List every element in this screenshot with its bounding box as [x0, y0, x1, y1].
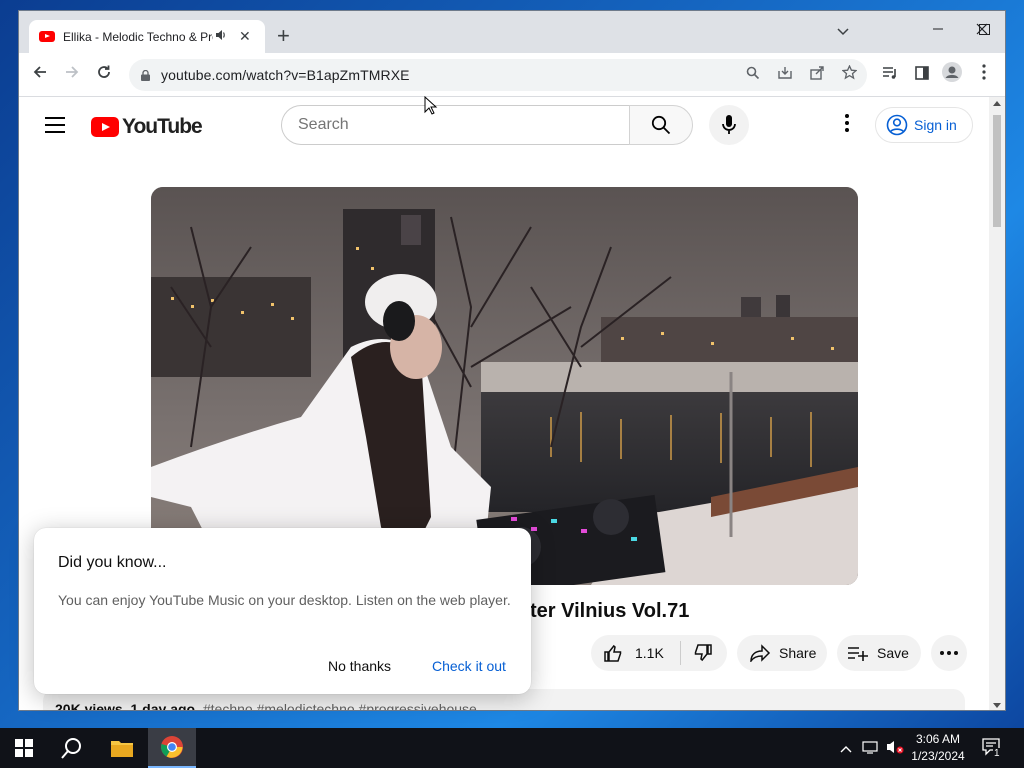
tray-chevron-up-icon[interactable] — [840, 740, 852, 758]
profile-avatar-icon[interactable] — [939, 62, 965, 88]
more-horizontal-icon — [940, 651, 958, 655]
tab-strip: Ellika - Melodic Techno & Progressive Ho… — [19, 11, 1005, 53]
no-thanks-button[interactable]: No thanks — [328, 658, 391, 674]
youtube-favicon-icon — [39, 31, 55, 42]
dialog-body: You can enjoy YouTube Music on your desk… — [58, 592, 511, 608]
scrollbar-thumb[interactable] — [993, 115, 1001, 227]
scroll-up-arrow-icon[interactable] — [993, 101, 1001, 106]
like-count: 1.1K — [635, 645, 664, 661]
account-circle-icon — [886, 114, 908, 136]
dislike-button[interactable] — [693, 643, 713, 663]
browser-menu-icon[interactable] — [971, 62, 997, 88]
zoom-search-icon[interactable] — [743, 65, 763, 85]
microphone-icon — [722, 115, 736, 134]
folder-icon — [111, 741, 133, 757]
scroll-down-arrow-icon[interactable] — [993, 703, 1001, 708]
mouse-cursor-icon — [424, 96, 438, 115]
reload-button[interactable] — [91, 62, 117, 88]
hashtags[interactable]: #techno #melodictechno #progressivehouse — [203, 701, 477, 710]
search-icon — [61, 738, 81, 759]
voice-search-button[interactable] — [709, 105, 749, 145]
hamburger-menu-icon[interactable] — [45, 117, 65, 133]
youtube-play-logo-icon — [91, 117, 119, 137]
share-button[interactable]: Share — [737, 635, 827, 671]
save-label: Save — [877, 645, 909, 661]
divider — [679, 641, 681, 665]
share-label: Share — [779, 645, 817, 661]
youtube-header: YouTube Sign in — [19, 97, 991, 153]
clock-date[interactable]: 1/23/2024 — [898, 749, 978, 763]
search-box — [281, 105, 631, 145]
check-it-out-button[interactable]: Check it out — [432, 658, 506, 674]
thumbs-down-icon — [694, 644, 712, 662]
network-icon[interactable] — [862, 739, 880, 760]
speaker-icon[interactable] — [215, 29, 231, 44]
youtube-music-promo-dialog: Did you know... You can enjoy YouTube Mu… — [34, 528, 531, 694]
save-button[interactable]: Save — [837, 635, 921, 671]
thumbs-up-icon — [604, 644, 622, 662]
chrome-icon — [161, 736, 183, 758]
search-button[interactable] — [629, 105, 693, 145]
share-arrow-icon — [750, 644, 771, 662]
like-button[interactable]: 1.1K — [603, 643, 664, 663]
view-count: 20K views — [55, 701, 123, 711]
chrome-taskbar-button[interactable] — [148, 728, 196, 768]
sign-in-button[interactable]: Sign in — [875, 107, 973, 143]
youtube-logo[interactable]: YouTube — [91, 115, 203, 139]
install-app-icon[interactable] — [775, 65, 795, 85]
playlist-add-icon — [848, 647, 868, 661]
video-frame — [151, 187, 858, 585]
browser-toolbar: youtube.com/watch?v=B1apZmTMRXE — [19, 53, 1005, 97]
media-control-icon[interactable] — [877, 62, 903, 88]
tab-search-chevron-icon[interactable] — [837, 23, 849, 39]
search-icon — [651, 115, 671, 135]
youtube-logo-text: YouTube — [122, 115, 203, 138]
start-button[interactable] — [0, 728, 48, 768]
settings-more-icon[interactable] — [839, 111, 855, 139]
dialog-title: Did you know... — [58, 554, 167, 571]
side-panel-icon[interactable] — [909, 62, 935, 88]
sign-in-label: Sign in — [914, 117, 957, 133]
bookmark-star-icon[interactable] — [839, 64, 859, 85]
tab-title: Ellika - Melodic Techno & Progressive Ho… — [63, 29, 213, 44]
clock-time[interactable]: 3:06 AM — [898, 732, 978, 746]
upload-age: 1 day ago — [130, 701, 196, 711]
description-meta: 20K views 1 day ago #techno #melodictech… — [55, 701, 477, 711]
more-actions-button[interactable] — [931, 635, 967, 671]
share-page-icon[interactable] — [807, 65, 827, 85]
video-title-text: ter Vilnius Vol.71 — [530, 600, 690, 622]
tab-close-icon[interactable]: ✕ — [239, 28, 251, 45]
taskbar-search-button[interactable] — [48, 728, 96, 768]
video-player[interactable] — [151, 187, 858, 585]
tab-youtube[interactable]: Ellika - Melodic Techno & Progressive Ho… — [29, 20, 265, 53]
page-scrollbar[interactable] — [989, 97, 1005, 710]
new-tab-button[interactable]: + — [277, 25, 290, 47]
back-button[interactable] — [27, 62, 53, 88]
lock-icon[interactable] — [141, 68, 150, 81]
address-bar[interactable]: youtube.com/watch?v=B1apZmTMRXE — [129, 59, 867, 91]
windows-logo-icon — [15, 739, 33, 757]
close-window-button[interactable] — [959, 17, 1005, 45]
forward-button[interactable] — [59, 62, 85, 88]
url-text: youtube.com/watch?v=B1apZmTMRXE — [161, 67, 410, 83]
notification-count-badge: 1 — [993, 748, 1001, 759]
file-explorer-button[interactable] — [98, 728, 146, 768]
like-dislike-group: 1.1K — [591, 635, 727, 671]
windows-taskbar: 3:06 AM 1/23/2024 1 — [0, 728, 1024, 768]
